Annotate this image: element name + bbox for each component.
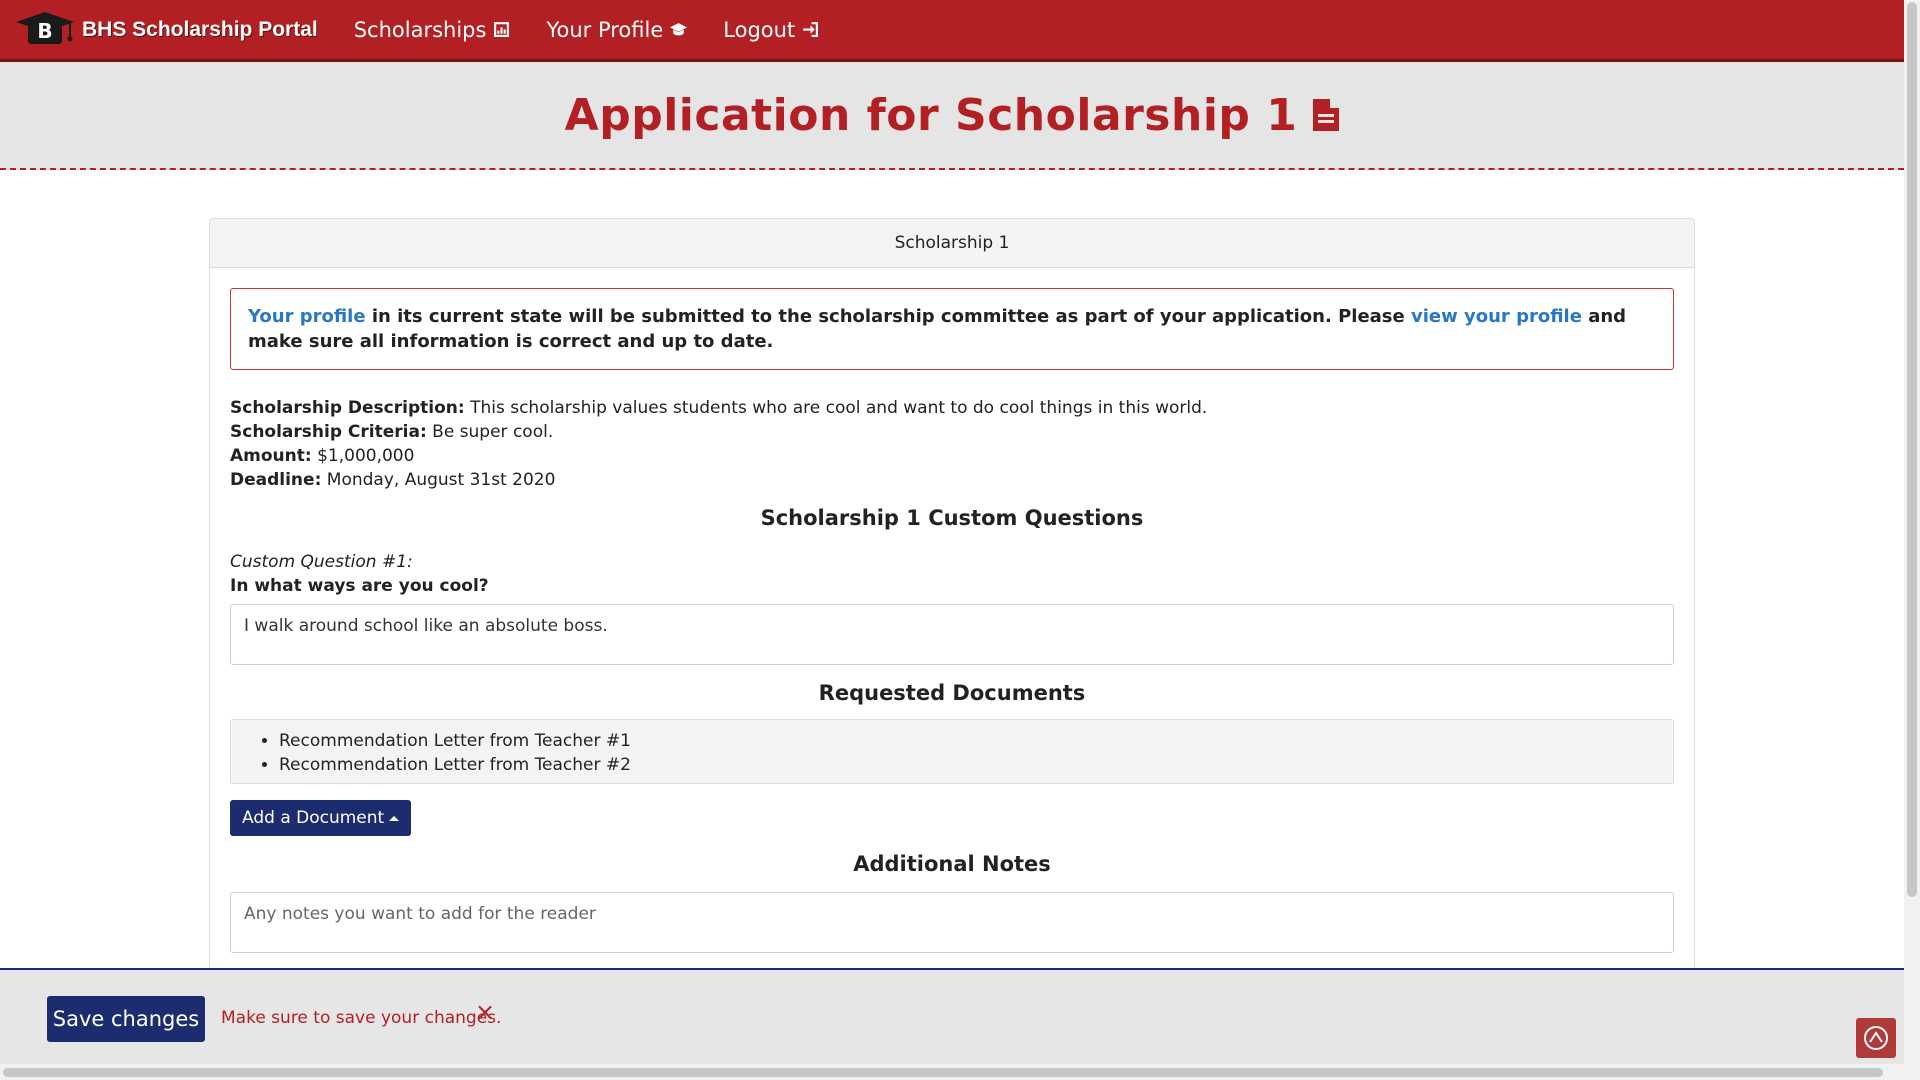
requested-documents-title: Requested Documents <box>818 681 1086 705</box>
custom-questions-title: Scholarship 1 Custom Questions <box>760 506 1144 530</box>
caret-up-icon <box>389 815 400 821</box>
save-changes-button[interactable]: Save changes <box>47 996 205 1042</box>
alert-text-1: in its current state will be submitted t… <box>365 306 1411 327</box>
card-header: Scholarship 1 <box>210 219 1694 268</box>
criteria-row: Scholarship Criteria: Be super cool. <box>230 420 1674 444</box>
close-icon[interactable]: × <box>475 998 495 1026</box>
horizontal-scroll-thumb[interactable] <box>3 1068 1883 1077</box>
amount-row: Amount: $1,000,000 <box>230 444 1674 468</box>
your-profile-link[interactable]: Your profile <box>248 306 366 327</box>
add-document-label: Add a Document <box>242 808 385 828</box>
description-label: Scholarship Description: <box>230 398 465 418</box>
view-profile-link[interactable]: view your profile <box>1411 306 1582 327</box>
amount-label: Amount: <box>230 446 312 466</box>
question-text: In what ways are you cool? <box>230 576 489 596</box>
save-bar: Save changes Make sure to save your chan… <box>0 968 1904 1064</box>
deadline-label: Deadline: <box>230 470 322 490</box>
description-value: This scholarship values students who are… <box>464 398 1208 418</box>
scholarship-card: Scholarship 1 Your profile in its curren… <box>209 218 1695 998</box>
page-header: Application for Scholarship 1 <box>0 62 1904 170</box>
chart-icon <box>493 21 510 38</box>
page-title: Application for Scholarship 1 <box>564 89 1298 141</box>
deadline-value: Monday, August 31st 2020 <box>321 470 556 490</box>
scholarship-info: Scholarship Description: This scholarshi… <box>230 396 1674 492</box>
question-number: Custom Question #1: <box>230 552 413 572</box>
document-item: Recommendation Letter from Teacher #2 <box>279 753 1673 777</box>
save-reminder-message: Make sure to save your changes. <box>221 1008 502 1028</box>
additional-notes-title: Additional Notes <box>853 852 1051 876</box>
graduation-cap-icon <box>670 21 688 38</box>
custom-answer-input[interactable]: I walk around school like an absolute bo… <box>230 604 1674 665</box>
nav-your-profile-label: Your Profile <box>546 17 664 42</box>
add-document-button[interactable]: Add a Document <box>230 800 412 836</box>
nav-your-profile[interactable]: Your Profile <box>546 17 688 42</box>
additional-notes-input[interactable]: Any notes you want to add for the reader <box>230 892 1674 953</box>
accessibility-badge-icon[interactable] <box>1856 1018 1896 1058</box>
nav-scholarships-label: Scholarships <box>353 17 487 42</box>
nav-logout-label: Logout <box>723 17 796 42</box>
nav-logout[interactable]: Logout <box>723 18 819 42</box>
brand-name: BHS Scholarship Portal <box>82 17 318 41</box>
document-icon <box>1313 99 1340 131</box>
profile-alert: Your profile in its current state will b… <box>230 288 1674 370</box>
criteria-label: Scholarship Criteria: <box>230 422 427 442</box>
criteria-value: Be super cool. <box>426 422 554 442</box>
top-navbar: B BHS Scholarship Portal Scholarships Yo… <box>0 0 1904 62</box>
brand-letter: B <box>37 19 52 43</box>
logout-icon <box>802 21 819 38</box>
document-item: Recommendation Letter from Teacher #1 <box>279 729 1673 753</box>
nav-scholarships[interactable]: Scholarships <box>354 18 511 42</box>
requested-documents-list: Recommendation Letter from Teacher #1 Re… <box>230 719 1674 784</box>
deadline-row: Deadline: Monday, August 31st 2020 <box>230 468 1674 492</box>
description-row: Scholarship Description: This scholarshi… <box>230 396 1674 420</box>
amount-value: $1,000,000 <box>311 446 415 466</box>
vertical-scroll-thumb[interactable] <box>1907 2 1917 897</box>
card-body: Your profile in its current state will b… <box>210 268 1694 953</box>
graduation-cap-logo-icon: B <box>14 10 76 50</box>
brand-home-link[interactable]: B BHS Scholarship Portal <box>14 0 318 61</box>
